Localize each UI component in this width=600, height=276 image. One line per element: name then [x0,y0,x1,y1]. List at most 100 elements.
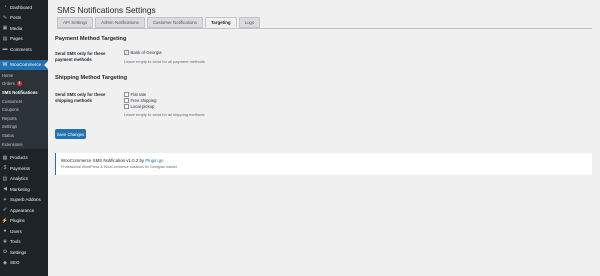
menu-item-tools[interactable]: ✚ Tools [0,236,48,247]
dashboard-icon: ◔ [3,4,7,11]
submenu-item-extensions[interactable]: Extensions [0,140,48,149]
submenu-item-label: Coupons [2,107,19,113]
submenu-item-status[interactable]: Status [0,131,48,140]
submenu-item-label: Settings [2,124,18,130]
checkbox[interactable] [124,98,129,103]
checkbox[interactable] [124,104,129,109]
payment-methods-description: Leave empty to send for all payment meth… [124,59,205,64]
payment-section-heading: Payment Method Targeting [55,36,127,42]
menu-item-label: Superb Addons [10,197,41,203]
menu-item-label: SEO [10,260,20,266]
submenu-item-label: Reports [2,115,17,121]
notice-title: WooCommerce SMS Notification v1.0.2 by P… [61,158,164,163]
media-icon: ▣ [2,25,8,32]
submenu-item-home[interactable]: Home [0,71,48,80]
pages-icon: ▤ [2,35,8,42]
plugin-info-notice: WooCommerce SMS Notification v1.0.2 by P… [55,153,592,175]
menu-item-media[interactable]: ▣ Media [0,23,48,34]
shipping-methods-description: Leave empty to send for all shipping met… [124,112,205,117]
option-label: Bank of Georgia [130,50,162,55]
menu-item-label: Users [10,228,22,234]
shipping-option-flat-rate[interactable]: Flat rate [124,92,146,97]
admin-sidebar: ◔ Dashboard ✎ Posts ▣ Media ▤ Pages ▬ Comments W Wo… [0,0,48,276]
woo-icon: W [2,61,8,68]
tab-targeting[interactable]: Targeting [204,17,237,28]
main-content: SMS Notifications Settings API Settings A… [48,0,600,276]
settings-icon: ⚙ [2,249,8,256]
menu-item-label: Payments [10,165,31,171]
menu-item-label: Plugins [10,218,25,224]
checkbox[interactable] [124,92,129,97]
menu-item-dashboard[interactable]: ◔ Dashboard [0,2,48,13]
shipping-methods-label: Send SMS only for these shipping methods [55,92,106,103]
submenu-item-reports[interactable]: Reports [0,114,48,123]
option-label: Flat rate [130,92,147,97]
tab-api-settings[interactable]: API Settings [57,17,94,28]
menu-item-label: Pages [10,36,23,42]
submenu-item-label: Status [2,132,14,138]
addons-icon: ✦ [2,196,8,203]
plugin-site-link[interactable]: Plugin.ge [145,158,163,163]
menu-item-label: Posts [10,15,22,21]
menu-item-analytics[interactable]: ▥ Analytics [0,173,48,184]
users-icon: ● [3,228,7,235]
menu-item-pages[interactable]: ▤ Pages [0,34,48,45]
menu-item-payments[interactable]: $ Payments [0,163,48,174]
menu-item-label: Appearance [10,207,35,213]
payment-option-bank-of-georgia[interactable]: ✓ Bank of Georgia [124,50,162,55]
menu-item-label: Dashboard [10,4,33,10]
menu-item-label: Tools [10,239,21,245]
checkbox-checked[interactable]: ✓ [124,50,129,55]
save-changes-button[interactable]: Save Changes [55,129,86,139]
analytics-icon: ▥ [2,175,8,182]
orders-count-badge: 4 [16,81,22,87]
submenu-item-label: SMS Notifications [2,89,38,95]
menu-item-label: Settings [10,249,27,255]
comments-icon: ▬ [2,46,8,53]
notice-title-text: WooCommerce SMS Notification v1.0.2 by [61,157,145,163]
submenu-item-orders[interactable]: Orders 4 [0,80,48,89]
submenu-item-settings[interactable]: Settings [0,123,48,132]
submenu-item-label: Extensions [2,141,23,147]
menu-item-comments[interactable]: ▬ Comments [0,44,48,55]
tab-customer-notifications[interactable]: Customer Notifications [146,17,203,28]
menu-item-label: Marketing [10,186,30,192]
appearance-icon: ✐ [2,207,8,214]
menu-item-settings[interactable]: ⚙ Settings [0,247,48,258]
menu-item-label: Products [10,155,28,161]
payment-methods-label: Send SMS only for these payment methods [55,51,106,62]
submenu-item-coupons[interactable]: Coupons [0,105,48,114]
menu-item-label: WooCommerce [10,62,42,68]
menu-item-products[interactable]: ▦ Products [0,152,48,163]
menu-item-posts[interactable]: ✎ Posts [0,13,48,24]
products-icon: ▦ [2,154,8,161]
woocommerce-submenu: Home Orders 4 SMS Notifications Customers Cou… [0,70,48,150]
tab-logs[interactable]: Logs [238,17,261,28]
option-label: Local pickup [130,104,155,109]
tabs-divider [57,28,592,29]
submenu-item-label: Customers [2,98,23,104]
shipping-option-local-pickup[interactable]: Local pickup [124,104,154,109]
menu-item-plugins[interactable]: ⚡ Plugins [0,215,48,226]
menu-item-users[interactable]: ● Users [0,226,48,237]
notice-subtitle: Professional WordPress & WooCommerce sol… [61,165,177,169]
menu-item-label: Analytics [10,176,29,182]
plugins-icon: ⚡ [1,217,9,224]
submenu-item-label: Orders [2,81,15,87]
menu-item-appearance[interactable]: ✐ Appearance [0,205,48,216]
tools-icon: ✚ [2,238,8,245]
marketing-icon: ◀ [3,186,7,193]
tab-admin-notifications[interactable]: Admin Notifications [95,17,145,28]
settings-tabs: API Settings Admin Notifications Customer … [57,17,262,28]
option-label: Free shipping [130,98,157,103]
menu-item-superb-addons[interactable]: ✦ Superb Addons [0,194,48,205]
shipping-option-free-shipping[interactable]: Free shipping [124,98,157,103]
page-title: SMS Notifications Settings [57,5,156,15]
payments-icon: $ [3,165,7,172]
submenu-item-customers[interactable]: Customers [0,97,48,106]
menu-item-seo[interactable]: ◆ SEO [0,257,48,268]
submenu-item-sms-notifications[interactable]: SMS Notifications [0,88,48,97]
menu-item-woocommerce[interactable]: W WooCommerce [0,59,48,70]
menu-item-marketing[interactable]: ◀ Marketing [0,184,48,195]
submenu-item-label: Home [2,72,14,78]
